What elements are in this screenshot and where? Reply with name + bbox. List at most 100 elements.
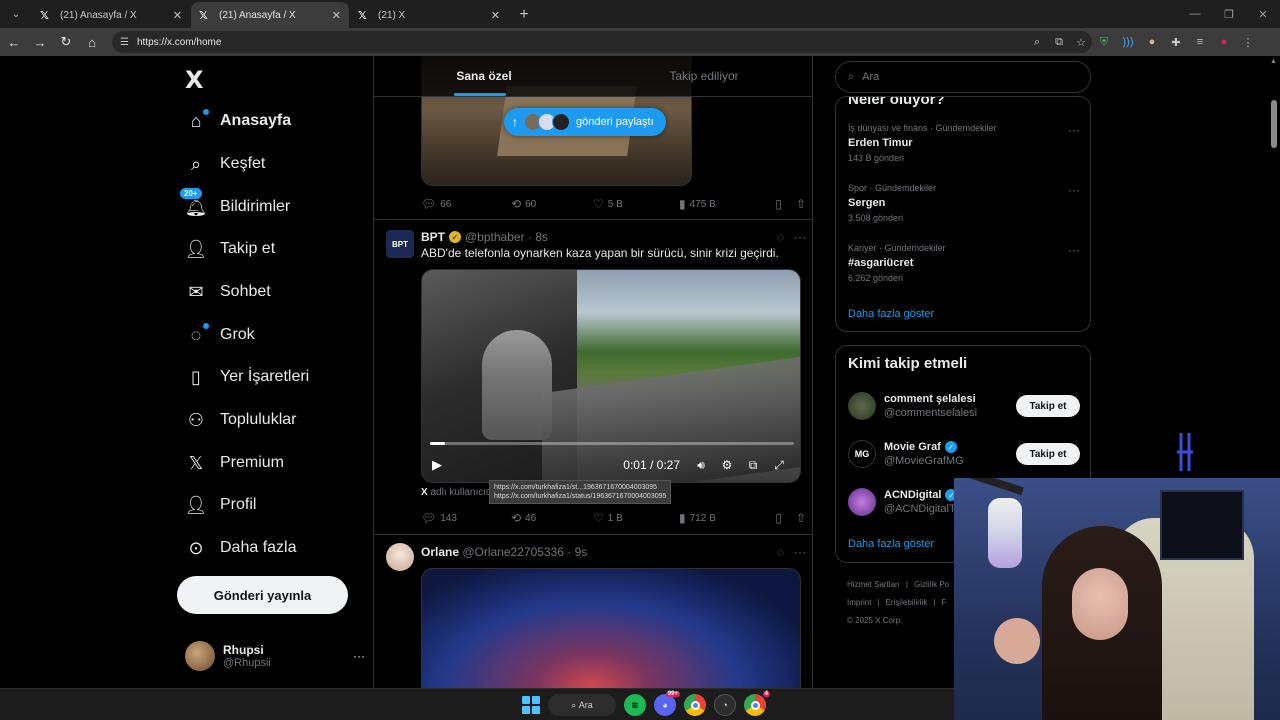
views-button[interactable]: ▮ 475 B [679,197,771,211]
scrollbar-thumb[interactable] [1271,100,1277,148]
home-button-icon[interactable]: ⌂ [80,30,104,54]
account-switcher[interactable]: Rhupsi @Rhupsii ··· [185,638,365,674]
like-button[interactable]: ♡ 5 B [593,197,679,211]
show-more-link[interactable]: Daha fazla göster [848,538,934,550]
author-handle[interactable]: @Orlane22705336 [462,545,564,559]
play-icon[interactable]: ▶ [432,457,442,473]
browser-tab-1[interactable]: 𝕏 (21) Anasayfa / X ✕ [32,2,190,28]
chrome-icon[interactable] [684,694,706,716]
footer-link[interactable]: Hizmet Şartları [847,580,900,589]
avatar[interactable]: BPT [386,230,414,258]
settings-gear-icon[interactable]: ⚙ [714,458,740,472]
sidebar-item-notifications[interactable]: 🔔︎ 20+ Bildirimler [179,187,290,227]
browser-tab-2[interactable]: 𝕏 (21) Anasayfa / X ✕ [191,2,349,28]
follow-button[interactable]: Takip et [1016,443,1080,465]
search-input[interactable]: ⌕ Ara [835,61,1091,93]
close-tab-icon[interactable]: ✕ [491,9,500,22]
site-info-icon[interactable]: ☰ [120,37,129,48]
views-button[interactable]: ▮ 712 B [679,511,771,525]
volume-icon[interactable]: 🔊︎ [688,458,714,473]
close-window-icon[interactable]: ✕ [1246,0,1280,28]
browser-tab-3[interactable]: 𝕏 (21) X ✕ [350,2,508,28]
sidebar-item-grok[interactable]: ◌ Grok [185,315,255,355]
grok-icon[interactable]: ◌ [777,230,784,244]
fullscreen-icon[interactable]: ⤢ [766,458,792,473]
zoom-icon[interactable]: ⌕ [1026,36,1048,49]
browser-menu-icon[interactable]: ⋮ [1236,30,1260,54]
x-logo-icon[interactable]: X [185,66,204,94]
author-name[interactable]: Orlane [421,545,459,559]
follow-suggestion[interactable]: comment şelalesi @commentselalesi Takip … [848,390,1080,422]
more-dots-icon[interactable]: ··· [353,649,365,663]
like-button[interactable]: ♡ 1 B [593,511,679,525]
post-3[interactable]: Orlane @Orlane22705336 · 9s ◌ ··· [374,535,812,688]
reply-button[interactable]: 💬︎ 66 [421,197,511,211]
share-icon[interactable]: ⇧ [796,197,806,211]
more-dots-icon[interactable]: ··· [794,230,806,244]
author-name[interactable]: BPT [421,230,445,244]
more-dots-icon[interactable]: ··· [1068,123,1080,137]
sidebar-item-chat[interactable]: ✉ Sohbet [185,272,270,312]
footer-link[interactable]: Imprint [847,598,871,607]
spotify-icon[interactable]: ≋ [624,694,646,716]
video-progress-bar[interactable] [430,442,794,445]
tab-for-you[interactable]: Sana özel [374,56,594,96]
address-bar[interactable]: ☰ https://x.com/home ⌕ ⧉ ☆ [112,31,1092,53]
footer-link[interactable]: F [941,598,946,607]
minimize-icon[interactable]: — [1178,0,1212,28]
media-control-icon[interactable]: ≡ [1188,30,1212,54]
trend-item[interactable]: Spor · Gündemdekiler Sergen 3.508 gönder… [848,183,1080,223]
sidebar-item-more[interactable]: ⊙ Daha fazla [185,528,296,568]
restore-icon[interactable]: ❐ [1212,0,1246,28]
repost-button[interactable]: ⟲ 46 [511,511,593,525]
tab-search-button[interactable]: ⌄ [4,3,28,25]
footer-link[interactable]: Gizlilik Po [914,580,949,589]
bookmark-icon[interactable]: ▯ [775,197,782,211]
obs-icon[interactable]: ◔ [714,694,736,716]
bookmark-icon[interactable]: ▯ [775,511,782,525]
wave-extension-icon[interactable]: ))) [1116,30,1140,54]
grok-icon[interactable]: ◌ [777,545,784,559]
more-dots-icon[interactable]: ··· [1068,183,1080,197]
shield-extension-icon[interactable]: ⛨ [1092,30,1116,54]
trend-item[interactable]: Kariyer · Gündemdekiler #asgariücret 6.2… [848,243,1080,283]
repost-button[interactable]: ⟲ 60 [511,197,593,211]
taskbar-search[interactable]: ⌕ Ara [548,694,616,716]
chrome-profile-icon[interactable]: 4 [744,691,770,716]
sidebar-item-profile[interactable]: 👤︎ Profil [185,485,257,525]
profile-avatar-icon[interactable]: ● [1212,30,1236,54]
sidebar-item-follow[interactable]: 👤︎ Takip et [185,229,276,269]
sidebar-item-home[interactable]: ⌂ Anasayfa [185,101,291,141]
reply-button[interactable]: 💬︎ 143 [421,511,511,525]
close-tab-icon[interactable]: ✕ [173,9,182,22]
video-player[interactable]: ▶ 0:01 / 0:27 🔊︎ ⚙ ⧉ ⤢ [421,269,801,483]
footer-link[interactable]: Erişilebilirlik [886,598,928,607]
sidebar-item-explore[interactable]: ⌕ Keşfet [185,144,265,184]
discord-icon[interactable]: ◕ 99+ [654,691,680,716]
bookmark-star-icon[interactable]: ☆ [1070,36,1092,49]
new-posts-pill[interactable]: ↑ gönderi paylaştı [504,108,666,136]
windows-start-icon[interactable] [522,696,540,714]
post-button[interactable]: Gönderi yayınla [177,576,348,614]
more-dots-icon[interactable]: ··· [1068,243,1080,257]
cookie-extension-icon[interactable]: ● [1140,30,1164,54]
reload-icon[interactable]: ↻ [54,30,78,54]
forward-icon[interactable]: → [28,30,52,54]
more-dots-icon[interactable]: ··· [794,545,806,559]
trend-item[interactable]: İş dünyası ve finans · Gündemdekiler Erd… [848,123,1080,163]
install-app-icon[interactable]: ⧉ [1048,36,1070,49]
post-media[interactable] [421,568,801,688]
sidebar-item-bookmarks[interactable]: ▯ Yer İşaretleri [185,357,309,397]
pip-icon[interactable]: ⧉ [740,458,766,473]
extensions-puzzle-icon[interactable]: ✚ [1164,30,1188,54]
follow-suggestion[interactable]: MG Movie Graf ✓ @MovieGrafMG Takip et [848,438,1080,470]
avatar[interactable] [386,543,414,571]
new-tab-button[interactable]: + [513,4,535,26]
back-icon[interactable]: ← [2,30,26,54]
sidebar-item-communities[interactable]: ⚇ Topluluklar [185,400,297,440]
show-more-link[interactable]: Daha fazla göster [848,308,934,320]
author-handle[interactable]: @bpthaber [465,230,525,244]
follow-button[interactable]: Takip et [1016,395,1080,417]
sidebar-item-premium[interactable]: 𝕏 Premium [185,443,284,483]
close-tab-icon[interactable]: ✕ [332,9,341,22]
